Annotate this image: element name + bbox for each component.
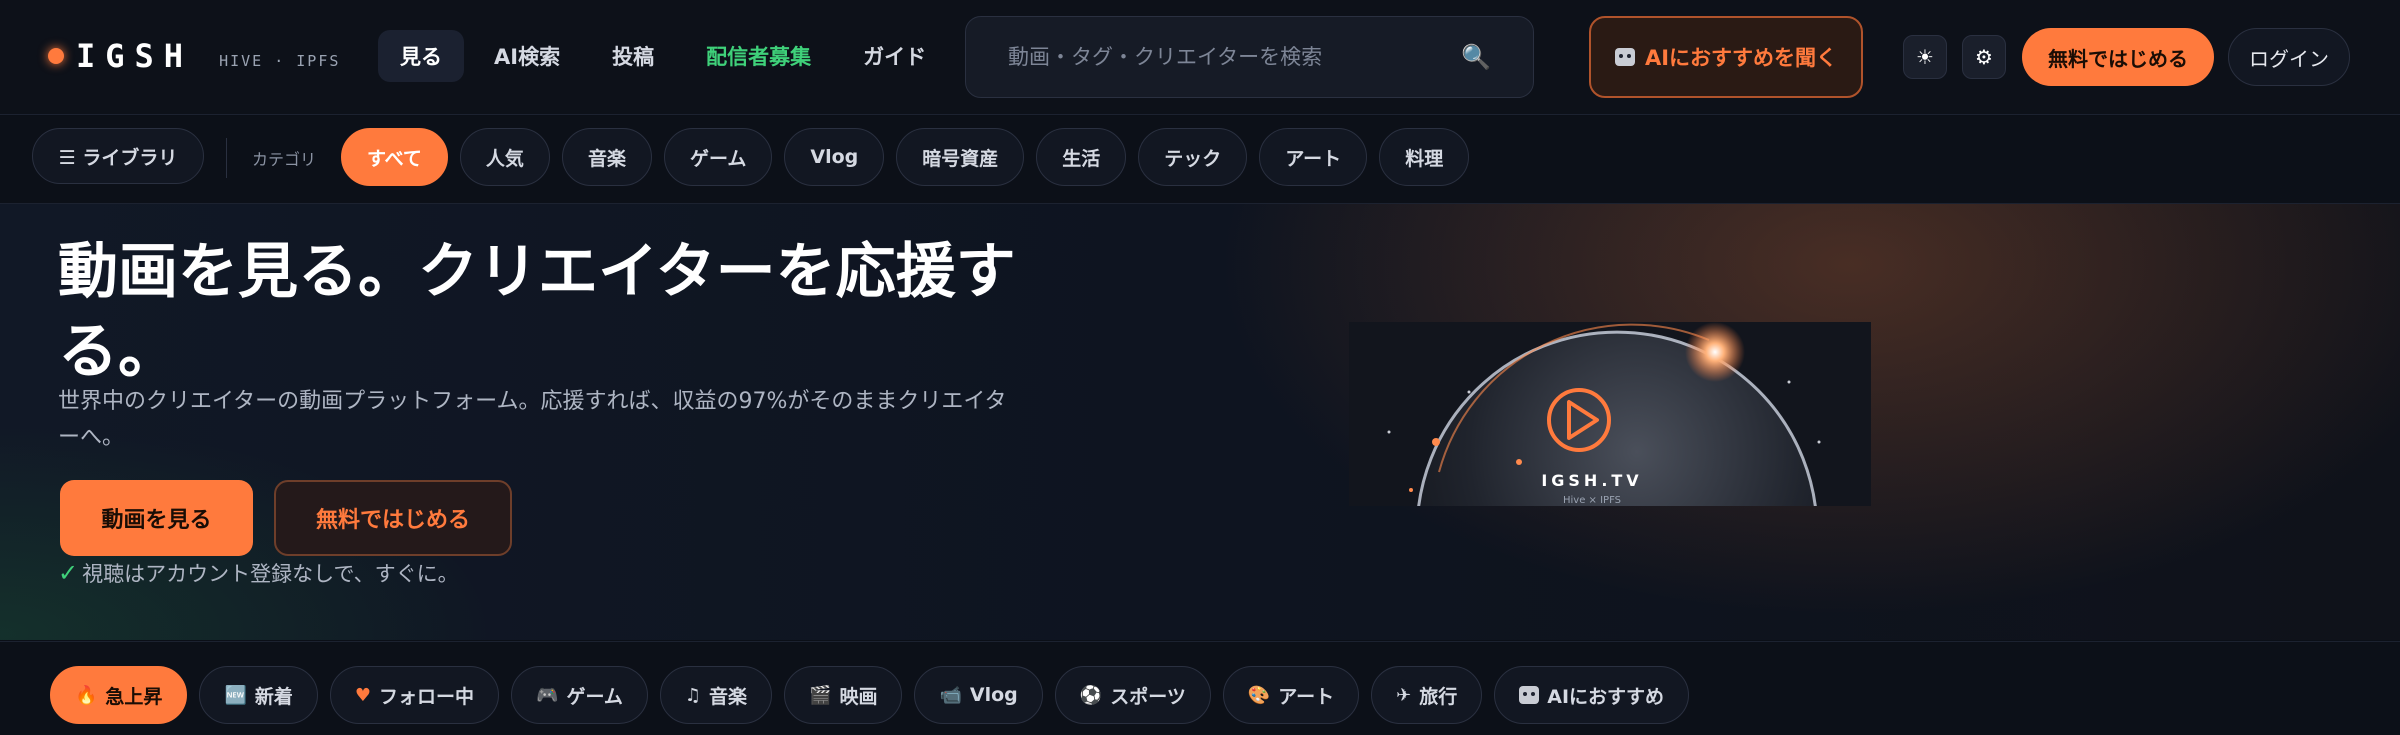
music-note-icon: ♫ [684,684,702,706]
new-icon: 🆕 [224,684,247,706]
soccer-ball-icon: ⚽ [1079,684,1103,706]
search-bar: 🔍 [965,16,1534,98]
hero-start-free-button[interactable]: 無料ではじめる [274,480,512,556]
category-music[interactable]: 音楽 [561,128,652,186]
library-button[interactable]: ☰ ライブラリ [32,128,204,184]
chip-label: 新着 [254,685,293,708]
chip-label: フォロー中 [379,685,475,708]
category-label: カテゴリ [252,150,317,169]
logo-text: IGSH [76,37,194,75]
chip-label: スポーツ [1110,685,1186,708]
chip-art[interactable]: 🎨 アート [1222,666,1360,724]
art-brand: IGSH.TV [1541,471,1642,490]
chip-following[interactable]: ♥ フォロー中 [329,666,500,724]
chip-travel[interactable]: ✈ 旅行 [1371,666,1483,724]
ai-recommend-button[interactable]: AIにおすすめを聞く [1589,16,1863,98]
category-tech[interactable]: テック [1138,128,1248,186]
logo[interactable]: IGSH HIVE · IPFS [48,36,340,76]
filter-chips: 🔥 急上昇 🆕 新着 ♥ フォロー中 🎮 ゲーム ♫ 音楽 🎬 映画 📹 Vlo… [50,666,1690,724]
category-cooking[interactable]: 料理 [1379,128,1470,186]
filter-chip-bar: 🔥 急上昇 🆕 新着 ♥ フォロー中 🎮 ゲーム ♫ 音楽 🎬 映画 📹 Vlo… [0,641,2400,735]
login-button[interactable]: ログイン [2228,28,2350,86]
category-popular[interactable]: 人気 [459,128,550,186]
nav-guide[interactable]: ガイド [841,30,948,82]
settings-button[interactable]: ⚙ [1962,35,2006,79]
search-input[interactable] [1008,45,1462,69]
palette-icon: 🎨 [1247,684,1271,706]
planet-illustration: IGSH.TV Hive × IPFS [1349,322,1871,506]
chip-sports[interactable]: ⚽ スポーツ [1054,666,1211,724]
clapper-icon: 🎬 [809,684,832,706]
category-crypto[interactable]: 暗号資産 [896,128,1025,186]
category-art[interactable]: アート [1259,128,1368,186]
gamepad-icon: 🎮 [536,684,559,706]
chip-ai-recommend[interactable]: AIにおすすめ [1494,666,1690,724]
nav-post[interactable]: 投稿 [590,30,676,82]
nav-creator-recruit[interactable]: 配信者募集 [684,30,833,82]
sun-icon: ☀ [1916,45,1934,69]
art-sub: Hive × IPFS [1563,495,1621,506]
top-header: IGSH HIVE · IPFS 見る AI検索 投稿 配信者募集 ガイド 🔍 … [0,0,2400,115]
chip-label: アート [1278,685,1335,708]
divider [226,138,227,178]
chip-label: Vlog [969,684,1018,706]
hero-artwork: IGSH.TV Hive × IPFS [1349,322,1871,506]
category-game[interactable]: ゲーム [663,128,773,186]
robot-icon [1519,686,1540,704]
chip-music[interactable]: ♫ 音楽 [659,666,773,724]
chip-label: 急上昇 [105,685,163,708]
chip-label: 旅行 [1419,685,1458,708]
hero-note-text: 視聴はアカウント登録なしで、すぐに。 [82,562,459,586]
chip-vlog[interactable]: 📹 Vlog [914,666,1043,724]
search-icon[interactable]: 🔍 [1461,43,1491,71]
nav-watch[interactable]: 見る [378,30,464,82]
chip-label: AIにおすすめ [1547,685,1665,708]
fire-icon: 🔥 [75,684,98,706]
airplane-icon: ✈ [1396,684,1412,706]
category-life[interactable]: 生活 [1036,128,1127,186]
hero-section: 動画を見る。クリエイターを応援する。 世界中のクリエイターの動画プラットフォーム… [0,204,2400,640]
nav-ai-search[interactable]: AI検索 [472,30,582,82]
category-list: すべて 人気 音楽 ゲーム Vlog 暗号資産 生活 テック アート 料理 [341,128,1470,186]
heart-icon: ♥ [354,684,372,706]
hero-note: ✓ 視聴はアカウント登録なしで、すぐに。 [58,558,459,588]
hero-title: 動画を見る。クリエイターを応援する。 [58,237,1016,387]
category-all[interactable]: すべて [341,128,448,186]
chip-label: 映画 [839,685,878,708]
chip-movie[interactable]: 🎬 映画 [784,666,903,724]
chip-label: 音楽 [709,685,748,708]
chip-trending[interactable]: 🔥 急上昇 [50,666,188,724]
robot-icon [1614,48,1635,66]
start-free-button[interactable]: 無料ではじめる [2022,28,2214,86]
ai-recommend-label: AIにおすすめを聞く [1644,46,1838,70]
watch-videos-button[interactable]: 動画を見る [60,480,253,556]
logo-subtitle: HIVE · IPFS [219,52,341,70]
logo-dot-icon [48,48,64,64]
main-nav: 見る AI検索 投稿 配信者募集 ガイド [378,30,948,82]
gear-icon: ⚙ [1975,45,1993,69]
category-bar: ☰ ライブラリ カテゴリ すべて 人気 音楽 ゲーム Vlog 暗号資産 生活 … [0,116,2400,204]
hero-subtitle: 世界中のクリエイターの動画プラットフォーム。応援すれば、収益の97%がそのままク… [58,389,1007,450]
chip-new[interactable]: 🆕 新着 [199,666,318,724]
theme-toggle-button[interactable]: ☀ [1903,35,1947,79]
camera-icon: 📹 [939,684,962,706]
check-icon: ✓ [58,559,79,587]
chip-label: ゲーム [566,685,623,708]
chip-game[interactable]: 🎮 ゲーム [511,666,648,724]
category-vlog[interactable]: Vlog [784,128,885,186]
